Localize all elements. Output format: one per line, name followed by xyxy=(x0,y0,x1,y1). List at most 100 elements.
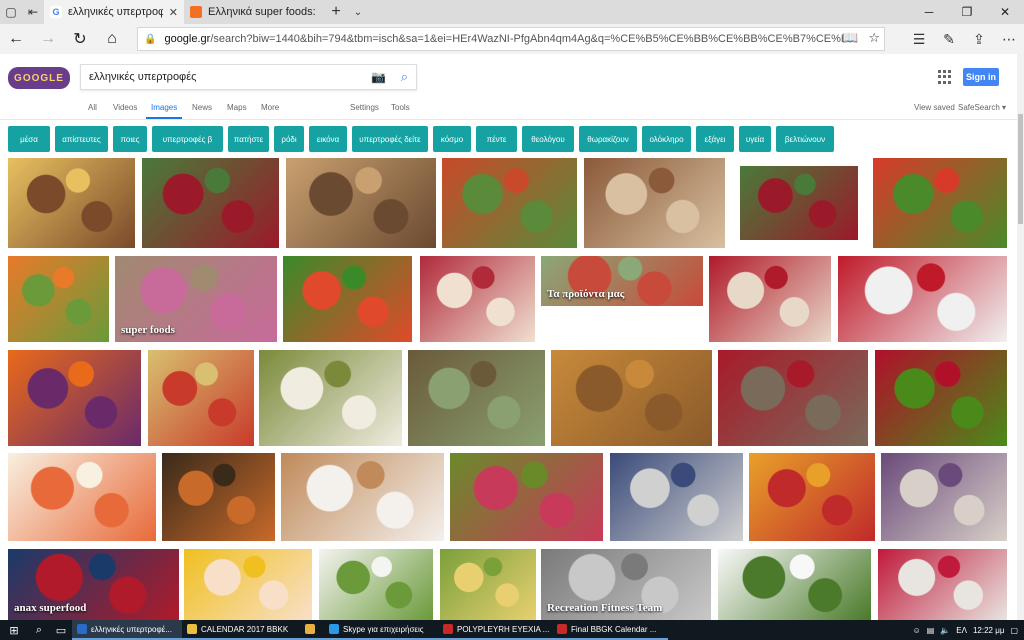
image-result-pomegranate-juice[interactable] xyxy=(420,256,535,342)
reading-view-icon[interactable]: 📖 xyxy=(842,30,858,46)
image-result-woman-banana[interactable] xyxy=(184,549,312,620)
minimize-button[interactable]: ─ xyxy=(910,0,948,24)
start-button[interactable]: ⊞ xyxy=(0,620,28,640)
chip-related-search[interactable]: υγεία xyxy=(739,126,771,152)
image-result-almonds-glass[interactable] xyxy=(281,453,444,541)
task-view-icon[interactable]: ▭ xyxy=(50,620,72,640)
google-doodle-logo[interactable]: GOOGLE xyxy=(8,67,70,89)
chip-related-search[interactable]: ολόκληρο xyxy=(642,126,691,152)
search-icon[interactable]: ⌕ xyxy=(401,69,408,85)
network-icon[interactable]: ▤ xyxy=(927,626,935,635)
search-icon[interactable]: ⌕ xyxy=(28,620,50,640)
chip-related-search[interactable]: ποιες xyxy=(113,126,147,152)
language-indicator[interactable]: ΕΛ xyxy=(956,626,967,635)
image-result-superfoods-boxes[interactable] xyxy=(319,549,433,620)
tab-maps[interactable]: Maps xyxy=(227,103,247,112)
taskbar-app[interactable]: Skype για επιχειρήσεις xyxy=(324,620,438,640)
clock[interactable]: 12:22 μμ xyxy=(973,626,1004,635)
chip-related-search[interactable]: εξάγει xyxy=(696,126,734,152)
image-result-nuts-beans-bowls[interactable] xyxy=(286,158,436,248)
image-result-products-banner[interactable]: Τα προϊόντα μας xyxy=(541,256,703,306)
image-result-dried-figs[interactable] xyxy=(551,350,712,446)
search-input[interactable]: ελληνικές υπερτροφές 📷 ⌕ xyxy=(80,64,417,90)
people-icon[interactable]: ☺ xyxy=(913,626,921,635)
image-result-figs-pears[interactable] xyxy=(450,453,603,541)
chip-related-search[interactable]: εικόνα xyxy=(309,126,347,152)
image-result-fresh-vegetables[interactable] xyxy=(283,256,412,342)
forward-button[interactable]: → xyxy=(32,24,64,54)
refresh-button[interactable]: ↻ xyxy=(64,24,96,54)
chip-related-search[interactable]: υπερτροφές β xyxy=(152,126,223,152)
image-result-recreation-fitness[interactable]: Recreation Fitness Team xyxy=(541,549,711,620)
tools-link[interactable]: Tools xyxy=(391,103,410,112)
chip-related-search[interactable]: πέντε xyxy=(476,126,517,152)
image-result-fruits-vegetables[interactable] xyxy=(873,158,1007,248)
chip-related-search[interactable]: ρόδι xyxy=(274,126,304,152)
image-result-blueberries-bowl[interactable] xyxy=(610,453,743,541)
safesearch-dropdown[interactable]: SafeSearch ▾ xyxy=(958,103,1006,112)
image-result-caper-flower[interactable] xyxy=(718,549,871,620)
image-result-pomegranate-halves[interactable] xyxy=(709,256,831,342)
web-note-icon[interactable]: ✎ xyxy=(934,24,964,54)
image-result-almonds-bowl[interactable] xyxy=(584,158,725,248)
camera-icon[interactable]: 📷 xyxy=(371,70,386,84)
share-icon[interactable]: ⇪ xyxy=(964,24,994,54)
tab-list-chevron-icon[interactable]: ⌄ xyxy=(348,7,368,18)
scrollbar-thumb[interactable] xyxy=(1018,114,1023,224)
image-result-pomegranate-salad[interactable] xyxy=(142,158,279,248)
tab-images[interactable]: Images xyxy=(151,103,177,112)
image-result-vegetables-carrots[interactable] xyxy=(8,256,109,342)
chip-related-search[interactable]: βελτιώνουν xyxy=(776,126,834,152)
tab-superfoods-article[interactable]: Ελληνικά super foods: οι άγ xyxy=(184,0,324,24)
image-result-pomegranate-green[interactable] xyxy=(875,350,1007,446)
tab-preview-icon[interactable]: ▢ xyxy=(0,0,22,24)
tab-google-images[interactable]: G ελληνικές υπερτροφές - ✕ xyxy=(44,0,184,24)
image-result-raspberries-bowl[interactable] xyxy=(878,549,1007,620)
more-menu-icon[interactable]: ⋯ xyxy=(994,24,1024,54)
image-result-sweet-potatoes[interactable] xyxy=(881,453,1007,541)
image-result-pomegranate-wood[interactable] xyxy=(718,350,868,446)
image-result-avocado-slices[interactable] xyxy=(440,549,536,620)
image-result-pomegranate-salad-2[interactable] xyxy=(740,166,858,240)
back-button[interactable]: ← xyxy=(0,24,32,54)
taskbar-app[interactable] xyxy=(300,620,324,640)
favorites-hub-icon[interactable]: ☰ xyxy=(904,24,934,54)
chip-related-search[interactable]: απίστευτες xyxy=(55,126,108,152)
favorite-star-icon[interactable]: ☆ xyxy=(868,30,880,46)
view-saved-link[interactable]: View saved xyxy=(914,103,955,112)
tab-all[interactable]: All xyxy=(88,103,97,112)
image-result-olive-oil-seeds[interactable] xyxy=(8,158,135,248)
image-result-superfoods-letters[interactable]: super foods xyxy=(115,256,277,342)
image-result-cinnamon-spoon[interactable] xyxy=(162,453,275,541)
tab-more[interactable]: More xyxy=(261,103,279,112)
close-window-button[interactable]: ✕ xyxy=(986,0,1024,24)
set-tabs-aside-icon[interactable]: ⇤ xyxy=(22,0,44,24)
chip-related-search[interactable]: κόσμο xyxy=(433,126,471,152)
image-result-market-vegetables[interactable] xyxy=(442,158,577,248)
restore-button[interactable]: ❐ xyxy=(948,0,986,24)
image-result-capers-spoon[interactable] xyxy=(259,350,402,446)
image-result-kids-balloons[interactable] xyxy=(8,453,156,541)
image-result-mixed-fruits[interactable] xyxy=(8,350,141,446)
apps-grid-icon[interactable] xyxy=(938,70,952,84)
taskbar-app[interactable]: POLYPLEYRH EYEXIA ... xyxy=(438,620,552,640)
close-tab-icon[interactable]: ✕ xyxy=(169,6,178,19)
chip-related-search[interactable]: θωρακίζουν xyxy=(579,126,637,152)
address-bar[interactable]: 🔒 google.gr/search?biw=1440&bih=794&tbm=… xyxy=(137,27,885,51)
taskbar-app[interactable]: Final BBGK Calendar ... xyxy=(552,620,668,640)
new-tab-button[interactable]: + xyxy=(324,3,348,21)
chip-related-search[interactable]: θεολόγου xyxy=(522,126,574,152)
volume-icon[interactable]: 🔈 xyxy=(940,626,950,635)
image-result-bread-tomatoes[interactable] xyxy=(148,350,254,446)
settings-link[interactable]: Settings xyxy=(350,103,379,112)
notifications-icon[interactable]: ▢ xyxy=(1010,626,1018,635)
image-result-mango-fruit[interactable] xyxy=(749,453,875,541)
image-result-pomegranate-seeds[interactable] xyxy=(838,256,1007,342)
tab-news[interactable]: News xyxy=(192,103,212,112)
taskbar-app[interactable]: CALENDAR 2017 BBKK xyxy=(182,620,300,640)
sign-in-button[interactable]: Sign in xyxy=(963,68,999,86)
image-result-women-harvest[interactable] xyxy=(408,350,545,446)
page-scrollbar[interactable] xyxy=(1017,54,1024,620)
chip-related-search[interactable]: υπερτροφές δείτε xyxy=(352,126,428,152)
chip-related-search[interactable]: πατήστε xyxy=(228,126,269,152)
